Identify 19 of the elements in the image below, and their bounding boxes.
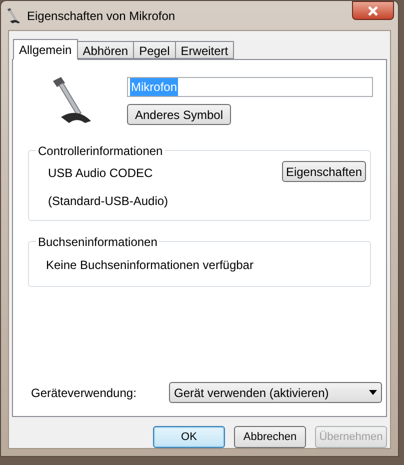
microphone-icon bbox=[5, 8, 21, 24]
change-icon-button[interactable]: Anderes Symbol bbox=[127, 104, 231, 125]
tab[interactable]: Erweitert bbox=[174, 41, 234, 59]
tab[interactable]: Abhören bbox=[76, 41, 134, 59]
tab[interactable]: Pegel bbox=[133, 41, 176, 59]
close-icon bbox=[368, 6, 378, 16]
device-usage-dropdown[interactable]: Gerät verwenden (aktivieren) bbox=[169, 382, 382, 403]
jack-text: Keine Buchseninformationen verfügbar bbox=[46, 258, 254, 272]
close-button[interactable] bbox=[352, 1, 394, 20]
tab[interactable]: Allgemein bbox=[13, 39, 78, 60]
selected-text: Mikrofon bbox=[130, 78, 178, 96]
dialog-button[interactable]: OK bbox=[153, 426, 225, 448]
controller-text: USB Audio CODEC bbox=[48, 165, 154, 182]
properties-button[interactable]: Eigenschaften bbox=[282, 161, 366, 182]
window-title: Eigenschaften von Mikrofon bbox=[27, 8, 176, 24]
device-usage-label: Geräteverwendung: bbox=[31, 384, 138, 402]
dialog-button[interactable]: Abbrechen bbox=[234, 426, 306, 448]
dropdown-arrow-icon bbox=[369, 390, 377, 395]
controller-text: (Standard-USB-Audio) bbox=[48, 193, 168, 210]
